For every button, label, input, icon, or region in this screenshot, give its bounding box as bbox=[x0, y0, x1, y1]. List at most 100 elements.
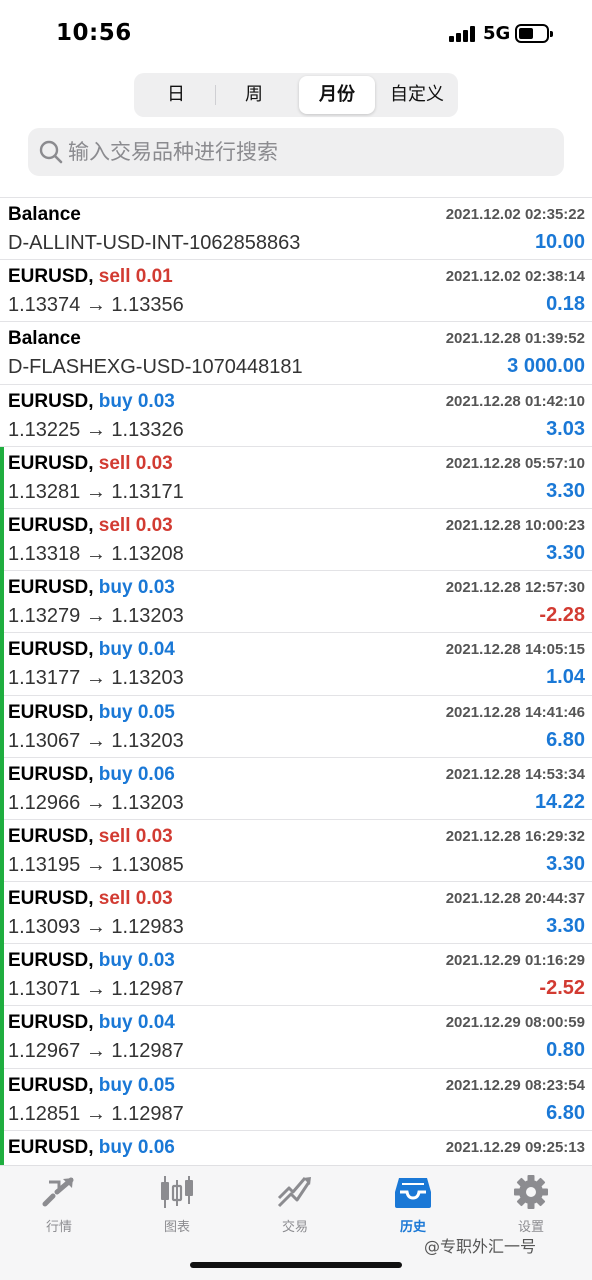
history-list[interactable]: Balance 2021.12.02 02:35:22 D-ALLINT-USD-I… bbox=[0, 197, 592, 1165]
row-detail: 1.13093 → 1.12983 bbox=[8, 916, 184, 939]
history-row[interactable]: EURUSD, buy 0.03 2021.12.29 01:16:29 1.130… bbox=[0, 944, 592, 1007]
history-row[interactable]: EURUSD, buy 0.06 2021.12.29 09:25:13 bbox=[0, 1130, 592, 1165]
tab-trade[interactable]: 交易 bbox=[236, 1174, 354, 1236]
row-time: 2021.12.28 14:53:34 bbox=[445, 765, 585, 783]
tab-chart[interactable]: 图表 bbox=[118, 1174, 236, 1236]
row-profit: 6.80 bbox=[546, 728, 585, 751]
period-tab-day[interactable]: 日 bbox=[138, 76, 214, 114]
row-time: 2021.12.28 01:39:52 bbox=[445, 330, 585, 348]
chart-icon bbox=[161, 1176, 193, 1208]
search-icon bbox=[39, 140, 63, 164]
row-detail: 1.12966 → 1.13203 bbox=[8, 791, 184, 814]
period-tab-custom[interactable]: 自定义 bbox=[378, 76, 456, 114]
row-profit: 3 000.00 bbox=[507, 355, 585, 378]
row-title: Balance bbox=[8, 204, 81, 226]
period-tab-week[interactable]: 周 bbox=[216, 76, 292, 114]
clock: 10:56 bbox=[56, 20, 132, 46]
row-symbol: EURUSD, bbox=[8, 1136, 99, 1158]
row-detail: 1.13281 → 1.13171 bbox=[8, 480, 184, 503]
history-row[interactable]: EURUSD, buy 0.05 2021.12.29 08:23:54 1.128… bbox=[0, 1068, 592, 1132]
row-title: EURUSD, buy 0.05 bbox=[8, 1075, 175, 1097]
history-row[interactable]: EURUSD, buy 0.04 2021.12.29 08:00:59 1.129… bbox=[0, 1006, 592, 1069]
row-profit: 0.18 bbox=[546, 293, 585, 316]
history-row[interactable]: EURUSD, buy 0.05 2021.12.28 14:41:46 1.130… bbox=[0, 695, 592, 758]
row-symbol: EURUSD, bbox=[8, 266, 99, 288]
row-time: 2021.12.02 02:38:14 bbox=[445, 268, 585, 286]
row-time: 2021.12.28 16:29:32 bbox=[445, 827, 585, 845]
row-title: EURUSD, buy 0.03 bbox=[8, 391, 175, 413]
history-row[interactable]: EURUSD, sell 0.01 2021.12.02 02:38:14 1.13… bbox=[0, 260, 592, 323]
row-symbol: Balance bbox=[8, 204, 81, 225]
tab-label: 交易 bbox=[281, 1220, 308, 1235]
row-symbol: EURUSD, bbox=[8, 577, 99, 599]
row-detail: 1.12967 → 1.12987 bbox=[8, 1040, 184, 1063]
row-profit: 3.30 bbox=[546, 852, 585, 875]
row-trade-side: buy 0.04 bbox=[98, 639, 175, 661]
row-title: EURUSD, buy 0.04 bbox=[8, 639, 175, 661]
row-trade-side: sell 0.01 bbox=[98, 266, 173, 288]
row-time: 2021.12.28 10:00:23 bbox=[445, 516, 585, 534]
search-input[interactable] bbox=[68, 128, 548, 176]
history-row[interactable]: EURUSD, sell 0.03 2021.12.28 16:29:32 1.13… bbox=[0, 819, 592, 883]
row-title: EURUSD, sell 0.01 bbox=[8, 266, 173, 288]
row-profit: 0.80 bbox=[546, 1039, 585, 1062]
network-type: 5G bbox=[483, 23, 511, 44]
history-row[interactable]: EURUSD, sell 0.03 2021.12.28 20:44:37 1.13… bbox=[0, 882, 592, 945]
row-title: EURUSD, buy 0.04 bbox=[8, 1012, 175, 1034]
row-symbol: EURUSD, bbox=[8, 452, 99, 474]
tab-history[interactable]: 历史 bbox=[354, 1174, 472, 1236]
period-tab-month[interactable]: 月份 bbox=[299, 76, 375, 114]
row-trade-side: buy 0.03 bbox=[98, 390, 175, 412]
row-profit: 3.03 bbox=[546, 417, 585, 440]
row-detail: 1.13177 → 1.13203 bbox=[8, 667, 184, 690]
row-detail: D-FLASHEXG-USD-1070448181 bbox=[8, 356, 303, 379]
history-row[interactable]: EURUSD, buy 0.03 2021.12.28 01:42:10 1.132… bbox=[0, 385, 592, 447]
row-time: 2021.12.29 01:16:29 bbox=[445, 952, 585, 970]
row-symbol: EURUSD, bbox=[8, 1012, 99, 1034]
row-time: 2021.12.29 08:23:54 bbox=[445, 1076, 585, 1094]
tab-quotes[interactable]: 行情 bbox=[0, 1174, 118, 1236]
row-trade-side: buy 0.05 bbox=[98, 1074, 175, 1096]
history-row[interactable]: EURUSD, buy 0.04 2021.12.28 14:05:15 1.131… bbox=[0, 633, 592, 696]
tab-label: 图表 bbox=[163, 1220, 190, 1235]
quotes-icon bbox=[42, 1177, 74, 1207]
row-profit: -2.52 bbox=[539, 977, 585, 1000]
history-row[interactable]: EURUSD, sell 0.03 2021.12.28 10:00:23 1.13… bbox=[0, 508, 592, 572]
row-trade-side: buy 0.06 bbox=[98, 1136, 175, 1158]
row-title: EURUSD, sell 0.03 bbox=[8, 826, 173, 848]
history-row[interactable]: EURUSD, buy 0.06 2021.12.28 14:53:34 1.129… bbox=[0, 757, 592, 821]
row-trade-side: sell 0.03 bbox=[98, 514, 173, 536]
row-title: EURUSD, buy 0.06 bbox=[8, 764, 175, 786]
row-trade-side: buy 0.05 bbox=[98, 701, 175, 723]
row-detail: 1.13374 → 1.13356 bbox=[8, 294, 184, 317]
history-icon bbox=[395, 1178, 431, 1208]
row-time: 2021.12.28 14:05:15 bbox=[445, 641, 585, 659]
row-profit: 10.00 bbox=[534, 231, 585, 253]
row-time: 2021.12.28 05:57:10 bbox=[445, 454, 585, 472]
row-trade-side: sell 0.03 bbox=[98, 452, 173, 474]
history-row[interactable]: EURUSD, sell 0.03 2021.12.28 05:57:10 1.13… bbox=[0, 446, 592, 510]
row-title: EURUSD, buy 0.06 bbox=[8, 1137, 175, 1159]
row-trade-side: buy 0.06 bbox=[98, 763, 175, 785]
row-profit: 1.04 bbox=[546, 666, 585, 689]
row-profit: 6.80 bbox=[546, 1101, 585, 1124]
row-symbol: EURUSD, bbox=[8, 888, 99, 910]
row-title: EURUSD, sell 0.03 bbox=[8, 453, 173, 475]
row-time: 2021.12.02 02:35:22 bbox=[445, 206, 585, 223]
row-detail: 1.13225 → 1.13326 bbox=[8, 418, 184, 441]
row-profit: 3.30 bbox=[546, 479, 585, 502]
row-time: 2021.12.28 12:57:30 bbox=[445, 579, 585, 597]
tab-label: 行情 bbox=[45, 1220, 72, 1235]
battery-icon bbox=[515, 24, 553, 43]
row-symbol: EURUSD, bbox=[8, 514, 99, 536]
row-detail: 1.13071 → 1.12987 bbox=[8, 978, 184, 1001]
tab-settings[interactable]: 设置 bbox=[472, 1174, 590, 1236]
row-detail: 1.13318 → 1.13208 bbox=[8, 542, 184, 565]
history-row[interactable]: EURUSD, buy 0.03 2021.12.28 12:57:30 1.132… bbox=[0, 571, 592, 634]
row-time: 2021.12.28 20:44:37 bbox=[445, 890, 585, 908]
row-symbol: Balance bbox=[8, 328, 81, 350]
history-row[interactable]: Balance 2021.12.02 02:35:22 D-ALLINT-USD-I… bbox=[0, 198, 592, 261]
row-trade-side: sell 0.03 bbox=[98, 888, 173, 910]
row-profit: 3.30 bbox=[546, 541, 585, 564]
history-row[interactable]: Balance 2021.12.28 01:39:52 D-FLASHEXG-USD… bbox=[0, 322, 592, 385]
